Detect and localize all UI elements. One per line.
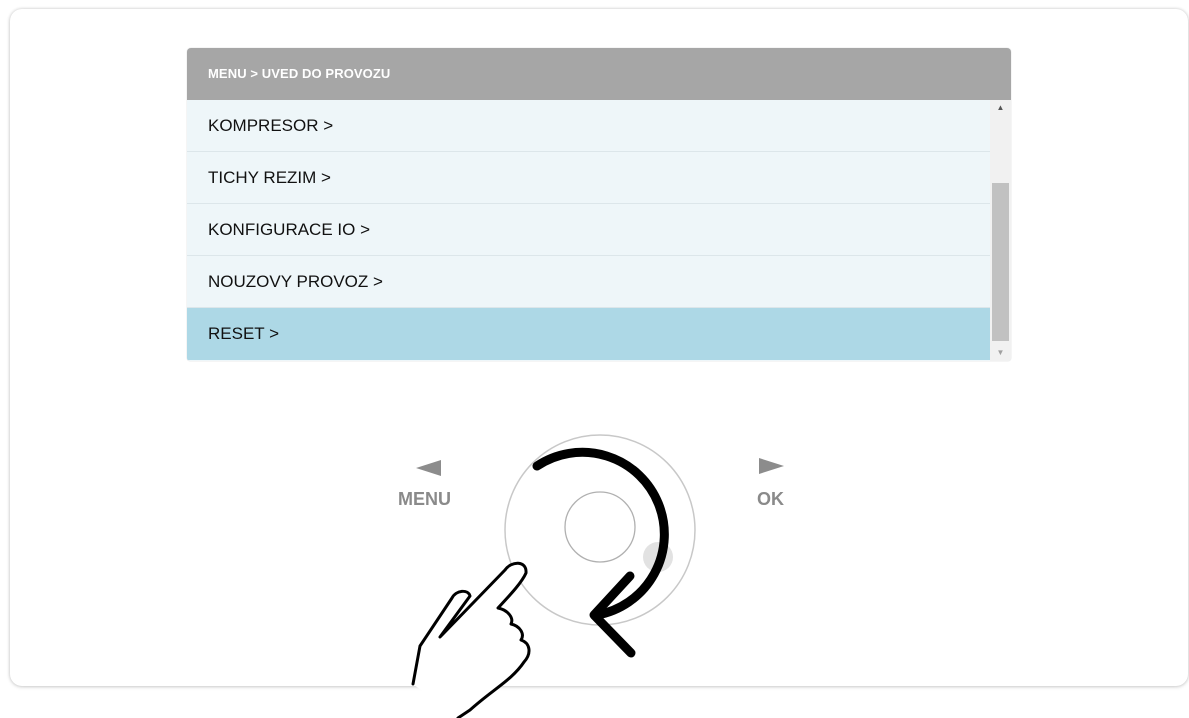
knob-illustration bbox=[411, 434, 696, 718]
pointing-hand-icon bbox=[411, 561, 531, 718]
